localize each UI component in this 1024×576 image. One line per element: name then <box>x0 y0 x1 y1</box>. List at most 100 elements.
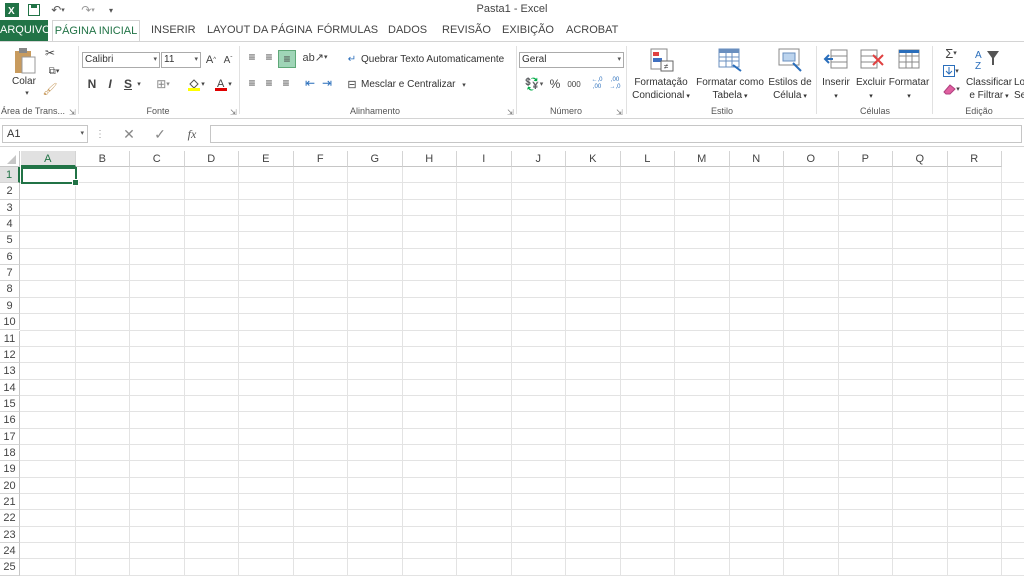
active-cell[interactable] <box>21 167 79 186</box>
increase-indent-icon[interactable]: ⇥ <box>319 76 335 90</box>
align-middle-icon[interactable]: ≡ <box>261 50 277 64</box>
insert-cells-button[interactable]: Inserir ▾ <box>818 76 854 103</box>
accounting-format-icon[interactable]: 💱 ▾ <box>521 77 547 91</box>
paste-icon[interactable] <box>12 46 38 76</box>
fill-icon[interactable]: ▾ <box>938 64 964 78</box>
format-as-table-button[interactable]: Formatar como Tabela ▾ <box>694 76 766 103</box>
column-header-c[interactable]: C <box>130 151 185 167</box>
row-header-19[interactable]: 19 <box>0 461 20 478</box>
enter-icon[interactable]: ✓ <box>151 126 169 142</box>
decrease-indent-icon[interactable]: ⇤ <box>302 76 318 90</box>
row-header-8[interactable]: 8 <box>0 281 20 298</box>
insert-function-icon[interactable]: fx <box>182 126 202 142</box>
column-header-i[interactable]: I <box>457 151 512 167</box>
orientation-icon[interactable]: ab↗ ▾ <box>302 50 328 64</box>
align-right-icon[interactable]: ≡ <box>278 76 294 90</box>
merge-dropdown-icon[interactable]: ▾ <box>460 79 468 91</box>
column-header-q[interactable]: Q <box>893 151 948 167</box>
format-cells-button[interactable]: Formatar ▾ <box>888 76 930 103</box>
autosum-icon[interactable]: Σ ▾ <box>938 46 964 61</box>
row-header-12[interactable]: 12 <box>0 346 20 364</box>
column-header-l[interactable]: L <box>620 151 675 167</box>
tab-file[interactable]: ARQUIVO <box>0 20 51 41</box>
delete-cells-button[interactable]: Excluir ▾ <box>853 76 889 103</box>
row-header-24[interactable]: 24 <box>0 543 20 560</box>
conditional-formatting-button[interactable]: Formatação Condicional ▾ <box>631 76 691 103</box>
tab-acrobat[interactable]: ACROBAT <box>566 20 618 41</box>
row-header-22[interactable]: 22 <box>0 510 20 527</box>
cell-styles-icon[interactable] <box>776 46 804 74</box>
cancel-icon[interactable]: ✕ <box>120 126 138 142</box>
tab-formulas[interactable]: FÓRMULAS <box>317 20 378 41</box>
align-top-icon[interactable]: ≡ <box>244 50 260 64</box>
clear-icon[interactable]: ▾ <box>938 82 964 96</box>
row-header-16[interactable]: 16 <box>0 412 20 429</box>
align-center-icon[interactable]: ≡ <box>261 76 277 90</box>
increase-decimal-icon[interactable]: ←,0 ,00 <box>589 75 605 93</box>
italic-button[interactable]: I <box>104 76 116 92</box>
column-header-d[interactable]: D <box>184 151 239 167</box>
row-header-14[interactable]: 14 <box>0 379 20 396</box>
borders-icon[interactable]: ⊞ ▾ <box>150 76 176 92</box>
wrap-text-icon[interactable]: ↵ <box>345 52 359 66</box>
row-header-7[interactable]: 7 <box>0 265 20 282</box>
font-name-combo[interactable]: Calibri ▾ <box>82 52 160 68</box>
merge-center-button[interactable]: Mesclar e Centralizar <box>361 79 455 90</box>
insert-cells-icon[interactable] <box>822 46 850 74</box>
column-header-m[interactable]: M <box>675 151 730 167</box>
format-painter-icon[interactable]: 🖌 <box>42 82 58 96</box>
row-header-20[interactable]: 20 <box>0 477 20 494</box>
number-launcher-icon[interactable]: ⇲ <box>616 108 623 117</box>
row-header-18[interactable]: 18 <box>0 444 20 462</box>
copy-icon[interactable]: ⧉ ▾ <box>42 64 66 78</box>
row-header-3[interactable]: 3 <box>0 199 20 217</box>
column-header-f[interactable]: F <box>293 151 348 167</box>
worksheet-grid[interactable]: ABCDEFGHIJKLMNOPQR 1 2 3 4 5 6 7 8 9 10 11 12 13 14 15… <box>0 151 1024 576</box>
column-header-o[interactable]: O <box>784 151 839 167</box>
column-header-p[interactable]: P <box>838 151 893 167</box>
merge-center-icon[interactable]: ⊟ <box>345 77 359 91</box>
row-header-6[interactable]: 6 <box>0 248 20 266</box>
align-bottom-icon[interactable]: ≡ <box>278 50 296 68</box>
row-header-2[interactable]: 2 <box>0 183 20 200</box>
select-all-corner[interactable] <box>0 151 20 167</box>
conditional-formatting-icon[interactable]: ≠ <box>648 46 676 74</box>
column-header-r[interactable]: R <box>947 151 1002 167</box>
column-header-k[interactable]: K <box>566 151 621 167</box>
row-header-17[interactable]: 17 <box>0 428 20 445</box>
sort-filter-icon[interactable]: AZ <box>972 46 1002 74</box>
row-header-11[interactable]: 11 <box>0 330 20 347</box>
column-header-e[interactable]: E <box>239 151 294 167</box>
font-size-combo[interactable]: 11 ▾ <box>161 52 201 68</box>
font-color-icon[interactable]: A ▾ <box>210 76 236 92</box>
row-header-5[interactable]: 5 <box>0 232 20 249</box>
underline-dropdown-icon[interactable]: ▾ <box>135 76 143 92</box>
row-header-1[interactable]: 1 <box>0 167 20 184</box>
decrease-font-icon[interactable]: Aˇ <box>222 52 234 68</box>
decrease-decimal-icon[interactable]: ,00 →,0 <box>607 75 623 93</box>
column-header-a[interactable]: A <box>21 151 76 167</box>
delete-cells-icon[interactable] <box>858 46 886 74</box>
cell-styles-button[interactable]: Estilos de Célula ▾ <box>766 76 814 103</box>
row-header-4[interactable]: 4 <box>0 216 20 233</box>
fill-handle[interactable] <box>72 179 79 186</box>
percent-button[interactable]: % <box>548 77 562 91</box>
tab-review[interactable]: REVISÃO <box>442 20 491 41</box>
clipboard-launcher-icon[interactable]: ⇲ <box>69 108 76 117</box>
column-header-h[interactable]: H <box>402 151 457 167</box>
column-header-g[interactable]: G <box>348 151 403 167</box>
underline-button[interactable]: S <box>122 76 134 92</box>
formula-bar-handle-icon[interactable]: ⋮ <box>95 126 105 142</box>
row-header-23[interactable]: 23 <box>0 526 20 544</box>
find-select-button[interactable]: Lo Se <box>1014 76 1024 102</box>
row-header-13[interactable]: 13 <box>0 363 20 380</box>
fill-color-icon[interactable]: ▾ <box>183 76 209 92</box>
font-launcher-icon[interactable]: ⇲ <box>230 108 237 117</box>
sort-filter-button[interactable]: Classificar e Filtrar ▾ <box>964 76 1014 103</box>
row-header-25[interactable]: 25 <box>0 559 20 576</box>
tab-insert[interactable]: INSERIR <box>151 20 196 41</box>
tab-data[interactable]: DADOS <box>388 20 427 41</box>
name-box[interactable]: A1 ▾ <box>2 125 88 143</box>
row-header-9[interactable]: 9 <box>0 297 20 315</box>
tab-view[interactable]: EXIBIÇÃO <box>502 20 554 41</box>
